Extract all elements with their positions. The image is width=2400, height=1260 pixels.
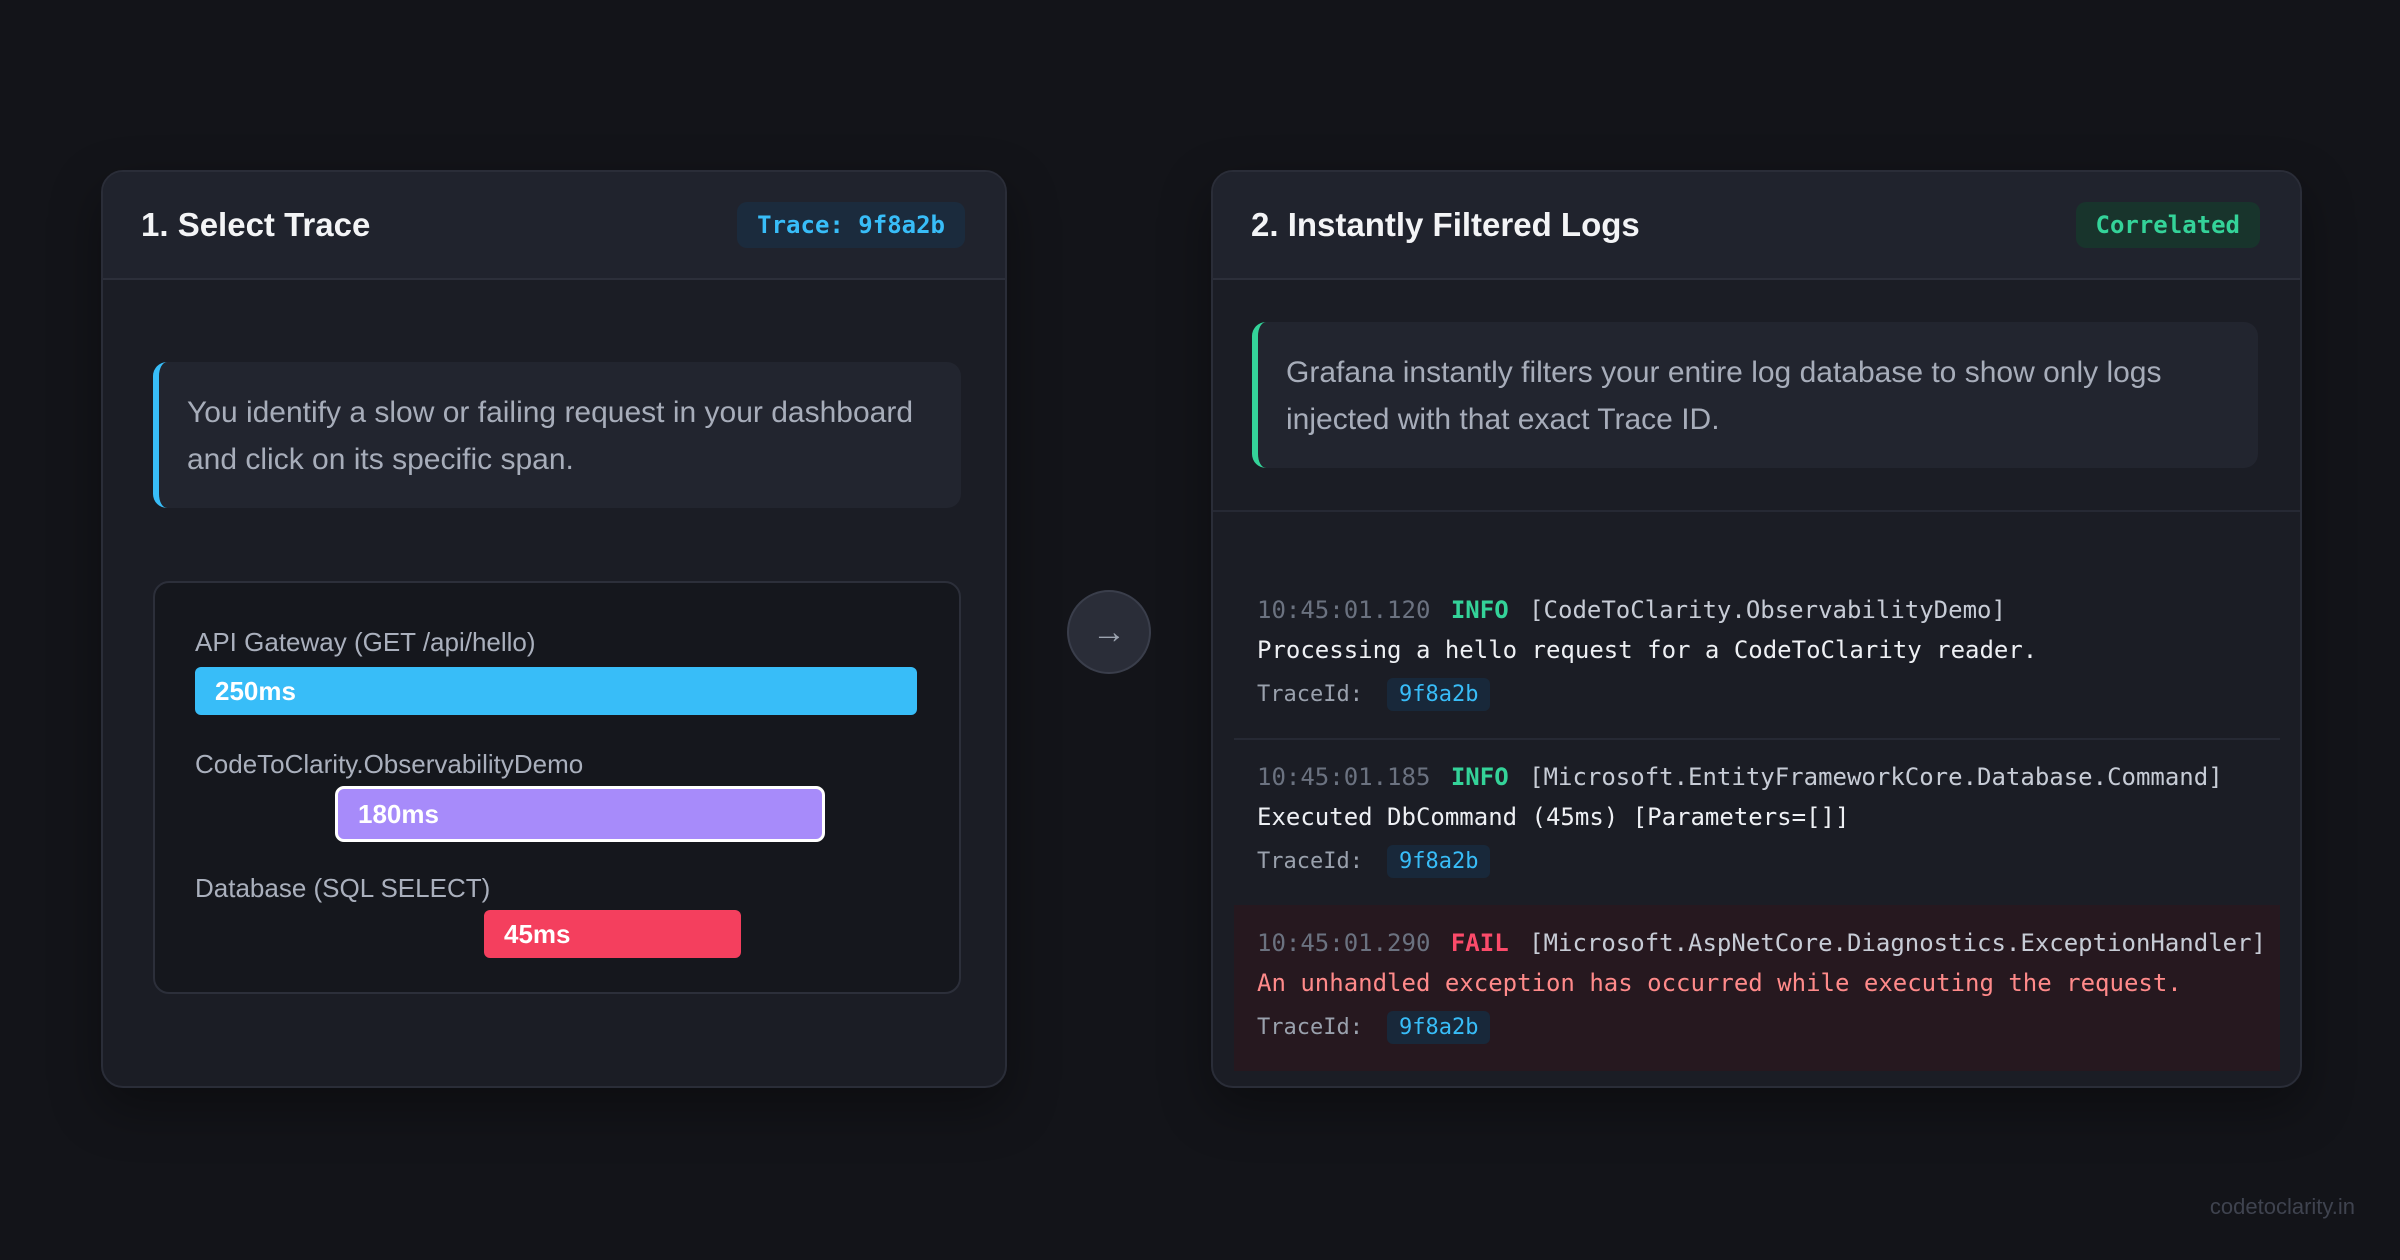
divider [1213,510,2300,512]
span-label: API Gateway (GET /api/hello) [195,627,536,657]
log-message: Processing a hello request for a CodeToC… [1257,636,2038,664]
log-source: [CodeToClarity.ObservabilityDemo] [1529,596,2006,624]
log-entry[interactable]: 10:45:01.120 INFO [CodeToClarity.Observa… [1234,572,2280,738]
select-trace-panel: 1. Select Trace Trace: 9f8a2b You identi… [101,170,1007,1088]
panel-title: 2. Instantly Filtered Logs [1251,206,1640,243]
correlated-badge: Correlated [2075,202,2260,248]
arrow-right-icon: → [1067,590,1151,674]
log-level: INFO [1450,596,1509,624]
trace-id-chip[interactable]: 9f8a2b [1386,678,1491,711]
panel-header: 2. Instantly Filtered Logs Correlated [1213,172,2300,280]
trace-label: TraceId: [1257,682,1363,707]
filtered-logs-panel: 2. Instantly Filtered Logs Correlated Gr… [1211,170,2302,1088]
panel-title: 1. Select Trace [141,206,371,243]
log-message: An unhandled exception has occurred whil… [1257,969,2182,997]
log-source: [Microsoft.AspNetCore.Diagnostics.Except… [1529,929,2267,957]
span-label: Database (SQL SELECT) [195,873,491,903]
log-source: [Microsoft.EntityFrameworkCore.Database.… [1529,763,2223,791]
panel-header: 1. Select Trace Trace: 9f8a2b [103,172,1005,280]
log-level: FAIL [1450,929,1509,957]
trace-id-chip[interactable]: 9f8a2b [1386,1011,1491,1044]
footer-brand: codetoclarity.in [2209,1194,2355,1219]
span-bar-observability-demo-selected[interactable]: 180ms [335,786,825,842]
trace-id-badge: Trace: 9f8a2b [737,202,965,248]
log-message: Executed DbCommand (45ms) [Parameters=[]… [1257,803,1850,831]
info-callout: Grafana instantly filters your entire lo… [1252,322,2258,468]
span-bar-database[interactable]: 45ms [484,910,741,958]
log-entry[interactable]: 10:45:01.185 INFO [Microsoft.EntityFrame… [1234,739,2280,905]
log-entry-error[interactable]: 10:45:01.290 FAIL [Microsoft.AspNetCore.… [1234,905,2280,1071]
info-callout: You identify a slow or failing request i… [153,362,961,508]
trace-label: TraceId: [1257,849,1363,874]
log-level: INFO [1450,763,1509,791]
trace-label: TraceId: [1257,1015,1363,1040]
log-timestamp: 10:45:01.185 [1257,763,1431,791]
trace-id-chip[interactable]: 9f8a2b [1386,845,1491,878]
span-label: CodeToClarity.ObservabilityDemo [195,749,584,779]
log-timestamp: 10:45:01.120 [1257,596,1431,624]
trace-waterfall: API Gateway (GET /api/hello) 250ms CodeT… [153,581,961,994]
span-bar-api-gateway[interactable]: 250ms [195,667,917,715]
log-timestamp: 10:45:01.290 [1257,929,1431,957]
